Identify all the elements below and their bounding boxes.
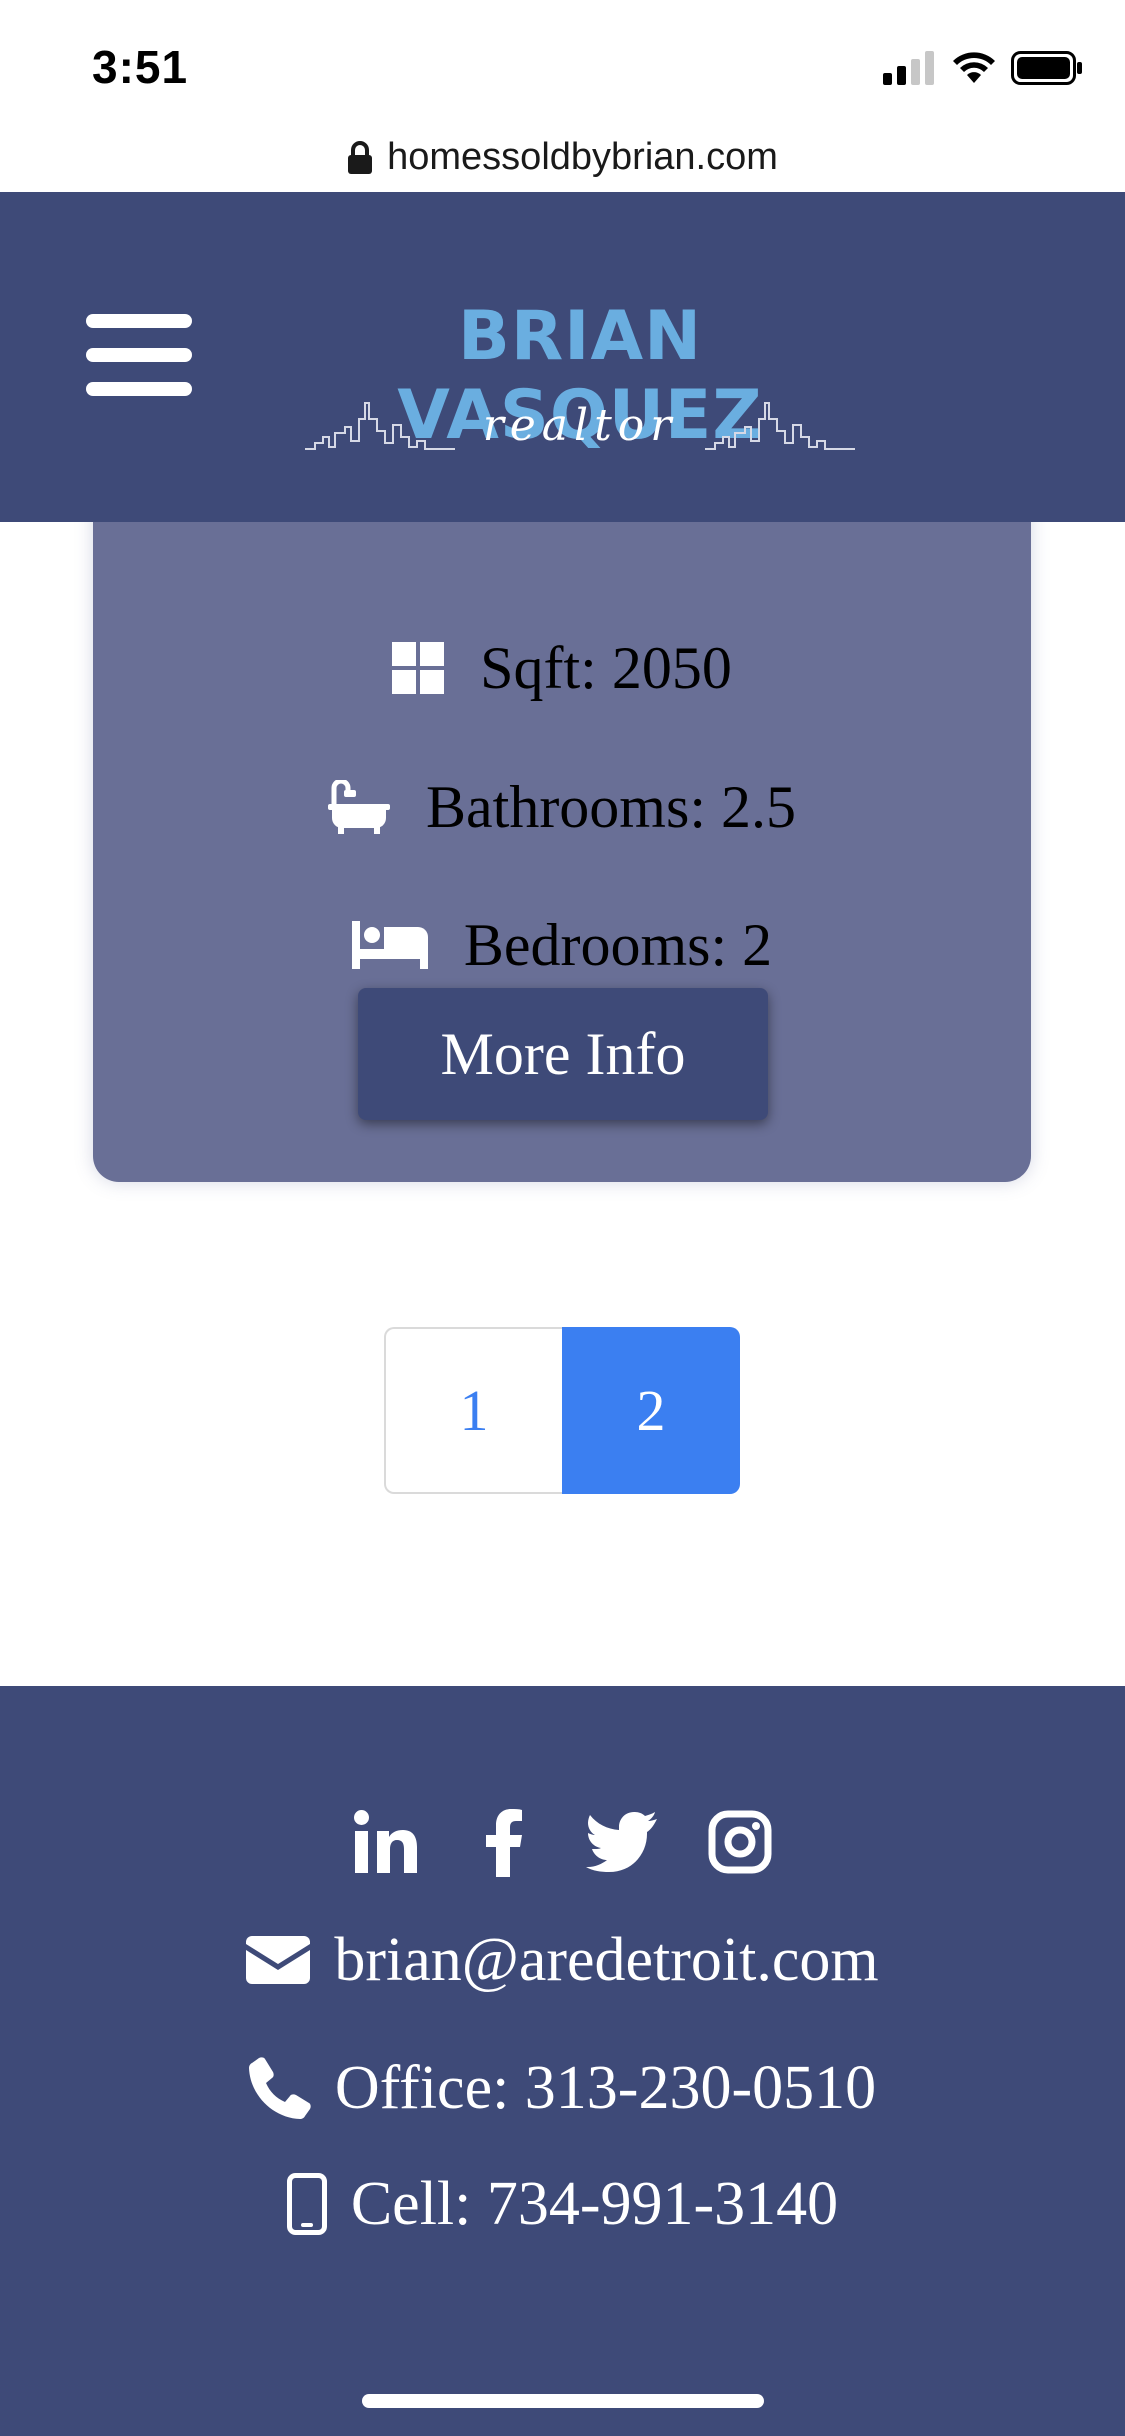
home-indicator[interactable] xyxy=(362,2394,764,2408)
windows-grid-icon xyxy=(392,642,445,694)
status-time: 3:51 xyxy=(92,41,189,93)
email-row[interactable]: brian@aredetroit.com xyxy=(0,1920,1125,2000)
sqft-row: Sqft: 2050 xyxy=(93,623,1031,713)
status-bar: 3:51 xyxy=(0,0,1125,135)
cell-phone-row[interactable]: Cell: 734-991-3140 xyxy=(0,2164,1125,2244)
listing-card: Sqft: 2050 Bathrooms: 2.5 Bedrooms: 2 Mo… xyxy=(93,500,1031,1182)
page: 3:51 homessoldbybrian.com Sqft: 2050 Bat… xyxy=(0,0,1125,2436)
address-bar[interactable]: homessoldbybrian.com xyxy=(0,125,1125,190)
linkedin-icon[interactable] xyxy=(350,1806,422,1878)
sqft-text: Sqft: 2050 xyxy=(480,634,732,701)
bed-icon xyxy=(351,921,428,969)
phone-icon xyxy=(248,2057,311,2119)
logo[interactable]: BRIAN VASQUEZ realtor xyxy=(280,297,880,457)
lock-icon xyxy=(348,140,373,174)
page-1-button[interactable]: 1 xyxy=(384,1327,562,1494)
site-header: BRIAN VASQUEZ realtor xyxy=(0,192,1125,522)
envelope-icon xyxy=(246,1936,311,1984)
instagram-icon[interactable] xyxy=(704,1806,776,1878)
hamburger-menu-icon[interactable] xyxy=(86,314,192,396)
bedrooms-row: Bedrooms: 2 xyxy=(93,900,1031,990)
status-icons xyxy=(883,48,1083,88)
cell-phone-text: Cell: 734-991-3140 xyxy=(350,2169,839,2238)
battery-icon xyxy=(1011,51,1082,85)
bedrooms-text: Bedrooms: 2 xyxy=(463,911,773,978)
bathtub-icon xyxy=(328,780,390,834)
skyline-icon xyxy=(304,402,455,450)
more-info-button[interactable]: More Info xyxy=(358,988,768,1120)
email-text: brian@aredetroit.com xyxy=(334,1925,879,1994)
logo-tagline: realtor xyxy=(482,399,678,451)
social-links xyxy=(0,1806,1125,1886)
facebook-icon[interactable] xyxy=(468,1806,540,1878)
skyline-icon xyxy=(705,402,856,450)
mobile-phone-icon xyxy=(286,2173,327,2235)
bathrooms-row: Bathrooms: 2.5 xyxy=(93,762,1031,852)
bathrooms-text: Bathrooms: 2.5 xyxy=(426,773,796,840)
cellular-signal-icon xyxy=(883,51,934,85)
office-phone-text: Office: 313-230-0510 xyxy=(334,2053,877,2122)
footer: brian@aredetroit.com Office: 313-230-051… xyxy=(0,1686,1125,2436)
pagination: 1 2 xyxy=(384,1327,742,1494)
twitter-icon[interactable] xyxy=(585,1806,658,1878)
wifi-icon xyxy=(953,52,995,83)
office-phone-row[interactable]: Office: 313-230-0510 xyxy=(0,2048,1125,2128)
logo-tagline-row: realtor xyxy=(280,395,880,455)
url-text: homessoldbybrian.com xyxy=(387,136,778,178)
page-2-button[interactable]: 2 xyxy=(562,1327,740,1494)
